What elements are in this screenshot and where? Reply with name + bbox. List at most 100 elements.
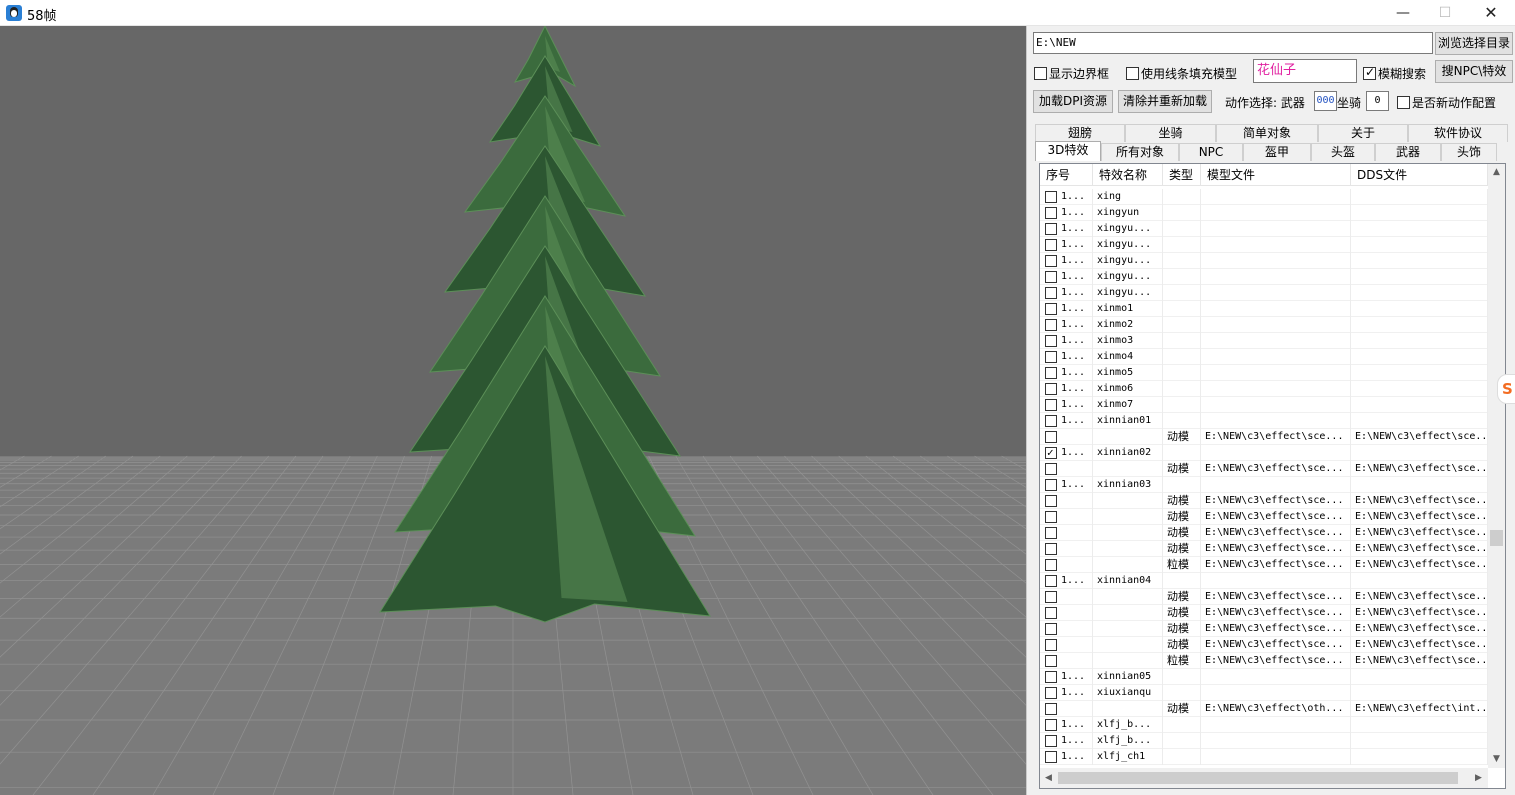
line-fill-box[interactable] xyxy=(1126,67,1139,80)
list-row[interactable]: 动模 E:\NEW\c3\effect\sce... E:\NEW\c3\effec… xyxy=(1040,621,1488,637)
list-row[interactable]: 1... xingyun xyxy=(1040,205,1488,221)
horizontal-scrollbar[interactable]: ◀ ▶ xyxy=(1040,768,1488,788)
list-row[interactable]: 1... xinmo1 xyxy=(1040,301,1488,317)
row-checkbox[interactable] xyxy=(1045,543,1057,555)
row-checkbox[interactable] xyxy=(1045,687,1057,699)
minimize-button[interactable]: — xyxy=(1380,0,1426,26)
row-checkbox[interactable] xyxy=(1045,431,1057,443)
fuzzy-search-checkbox[interactable]: 模糊搜索 xyxy=(1363,65,1426,82)
row-checkbox[interactable] xyxy=(1045,383,1057,395)
list-row[interactable]: 1... xinmo7 xyxy=(1040,397,1488,413)
vertical-scroll-thumb[interactable] xyxy=(1490,530,1503,546)
row-checkbox[interactable] xyxy=(1045,511,1057,523)
list-row[interactable]: 1... xinmo2 xyxy=(1040,317,1488,333)
row-checkbox[interactable] xyxy=(1045,367,1057,379)
tab-row2-4[interactable]: 头盔 xyxy=(1311,143,1375,161)
row-checkbox[interactable] xyxy=(1045,735,1057,747)
row-checkbox[interactable] xyxy=(1045,495,1057,507)
list-row[interactable]: 1... xinnian05 xyxy=(1040,669,1488,685)
list-row[interactable]: 1... xing xyxy=(1040,189,1488,205)
directory-path-input[interactable]: E:\NEW xyxy=(1033,32,1433,54)
tab-row1-4[interactable]: 软件协议 xyxy=(1408,124,1508,142)
list-row[interactable]: 动模 E:\NEW\c3\effect\oth... E:\NEW\c3\effec… xyxy=(1040,701,1488,717)
show-border-box[interactable] xyxy=(1034,67,1047,80)
scroll-right-icon[interactable]: ▶ xyxy=(1470,770,1487,787)
fuzzy-search-box[interactable] xyxy=(1363,65,1376,80)
list-row[interactable]: 1... xlfj_ch1 xyxy=(1040,749,1488,765)
list-row[interactable]: 1... xinmo6 xyxy=(1040,381,1488,397)
row-checkbox[interactable] xyxy=(1045,719,1057,731)
show-border-checkbox[interactable]: 显示边界框 xyxy=(1034,65,1109,82)
row-checkbox[interactable] xyxy=(1045,303,1057,315)
column-header[interactable]: 模型文件 xyxy=(1201,164,1351,186)
list-row[interactable]: 1... xiuxianqu xyxy=(1040,685,1488,701)
line-fill-checkbox[interactable]: 使用线条填充模型 xyxy=(1126,65,1237,82)
row-checkbox[interactable] xyxy=(1045,223,1057,235)
list-row[interactable]: 动模 E:\NEW\c3\effect\sce... E:\NEW\c3\effec… xyxy=(1040,589,1488,605)
row-checkbox[interactable] xyxy=(1045,271,1057,283)
list-row[interactable]: 1... xinmo3 xyxy=(1040,333,1488,349)
row-checkbox[interactable] xyxy=(1045,671,1057,683)
list-row[interactable]: 1... xinmo5 xyxy=(1040,365,1488,381)
column-header[interactable]: 类型 xyxy=(1163,164,1201,186)
mount-input[interactable]: 0 xyxy=(1366,91,1389,111)
list-row[interactable]: 粒模 E:\NEW\c3\effect\sce... E:\NEW\c3\effec… xyxy=(1040,557,1488,573)
row-checkbox[interactable] xyxy=(1045,399,1057,411)
row-checkbox[interactable] xyxy=(1045,751,1057,763)
row-checkbox[interactable] xyxy=(1045,527,1057,539)
side-assistant-icon[interactable]: S xyxy=(1497,374,1515,404)
row-checkbox[interactable] xyxy=(1045,591,1057,603)
row-checkbox[interactable] xyxy=(1045,639,1057,651)
row-checkbox[interactable] xyxy=(1045,559,1057,571)
list-row[interactable]: 1... xingyu... xyxy=(1040,269,1488,285)
list-row[interactable]: 1... xingyu... xyxy=(1040,237,1488,253)
row-checkbox[interactable] xyxy=(1045,287,1057,299)
list-row[interactable]: 动模 E:\NEW\c3\effect\sce... E:\NEW\c3\effec… xyxy=(1040,509,1488,525)
row-checkbox[interactable] xyxy=(1045,335,1057,347)
browse-directory-button[interactable]: 浏览选择目录 xyxy=(1435,32,1513,55)
list-row[interactable]: 1... xinnian02 xyxy=(1040,445,1488,461)
row-checkbox[interactable] xyxy=(1045,415,1057,427)
tab-row1-0[interactable]: 翅膀 xyxy=(1035,124,1125,142)
row-checkbox[interactable] xyxy=(1045,319,1057,331)
row-checkbox[interactable] xyxy=(1045,463,1057,475)
list-row[interactable]: 1... xinmo4 xyxy=(1040,349,1488,365)
row-checkbox[interactable] xyxy=(1045,255,1057,267)
weapon-input[interactable]: 000 xyxy=(1314,91,1337,111)
list-row[interactable]: 1... xlfj_b... xyxy=(1040,717,1488,733)
tab-row2-2[interactable]: NPC xyxy=(1179,143,1243,161)
search-npc-effect-button[interactable]: 搜NPC\特效 xyxy=(1435,60,1513,83)
row-checkbox[interactable] xyxy=(1045,445,1057,461)
list-row[interactable]: 动模 E:\NEW\c3\effect\sce... E:\NEW\c3\effec… xyxy=(1040,525,1488,541)
maximize-button[interactable]: ☐ xyxy=(1422,0,1468,26)
list-row[interactable]: 动模 E:\NEW\c3\effect\sce... E:\NEW\c3\effec… xyxy=(1040,493,1488,509)
tab-row2-1[interactable]: 所有对象 xyxy=(1101,143,1179,161)
list-row[interactable]: 动模 E:\NEW\c3\effect\sce... E:\NEW\c3\effec… xyxy=(1040,461,1488,477)
list-row[interactable]: 1... xlfj_b... xyxy=(1040,733,1488,749)
tab-row2-6[interactable]: 头饰 xyxy=(1441,143,1497,161)
3d-scene[interactable] xyxy=(0,26,1026,795)
vertical-scrollbar[interactable]: ▲ ▼ xyxy=(1488,164,1505,768)
tab-row2-0[interactable]: 3D特效 xyxy=(1035,141,1101,161)
scroll-left-icon[interactable]: ◀ xyxy=(1040,770,1057,787)
new-action-box[interactable] xyxy=(1397,96,1410,109)
column-header[interactable]: DDS文件 xyxy=(1351,164,1488,186)
list-row[interactable]: 1... xinnian04 xyxy=(1040,573,1488,589)
column-header[interactable]: 序号 xyxy=(1040,164,1093,186)
column-header[interactable]: 特效名称 xyxy=(1093,164,1163,186)
3d-viewport[interactable] xyxy=(0,26,1026,795)
tab-row1-3[interactable]: 关于 xyxy=(1318,124,1408,142)
row-checkbox[interactable] xyxy=(1045,655,1057,667)
new-action-checkbox[interactable]: 是否新动作配置 xyxy=(1397,94,1496,111)
row-checkbox[interactable] xyxy=(1045,479,1057,491)
close-button[interactable]: ✕ xyxy=(1468,0,1514,26)
list-row[interactable]: 动模 E:\NEW\c3\effect\sce... E:\NEW\c3\effec… xyxy=(1040,637,1488,653)
clear-reload-button[interactable]: 清除并重新加载 xyxy=(1118,90,1212,113)
load-dpi-button[interactable]: 加载DPI资源 xyxy=(1033,90,1113,113)
tab-row2-3[interactable]: 盔甲 xyxy=(1243,143,1311,161)
list-row[interactable]: 动模 E:\NEW\c3\effect\sce... E:\NEW\c3\effec… xyxy=(1040,605,1488,621)
list-row[interactable]: 粒模 E:\NEW\c3\effect\sce... E:\NEW\c3\effec… xyxy=(1040,653,1488,669)
row-checkbox[interactable] xyxy=(1045,607,1057,619)
tab-row1-2[interactable]: 简单对象 xyxy=(1216,124,1318,142)
horizontal-scroll-thumb[interactable] xyxy=(1058,772,1458,784)
